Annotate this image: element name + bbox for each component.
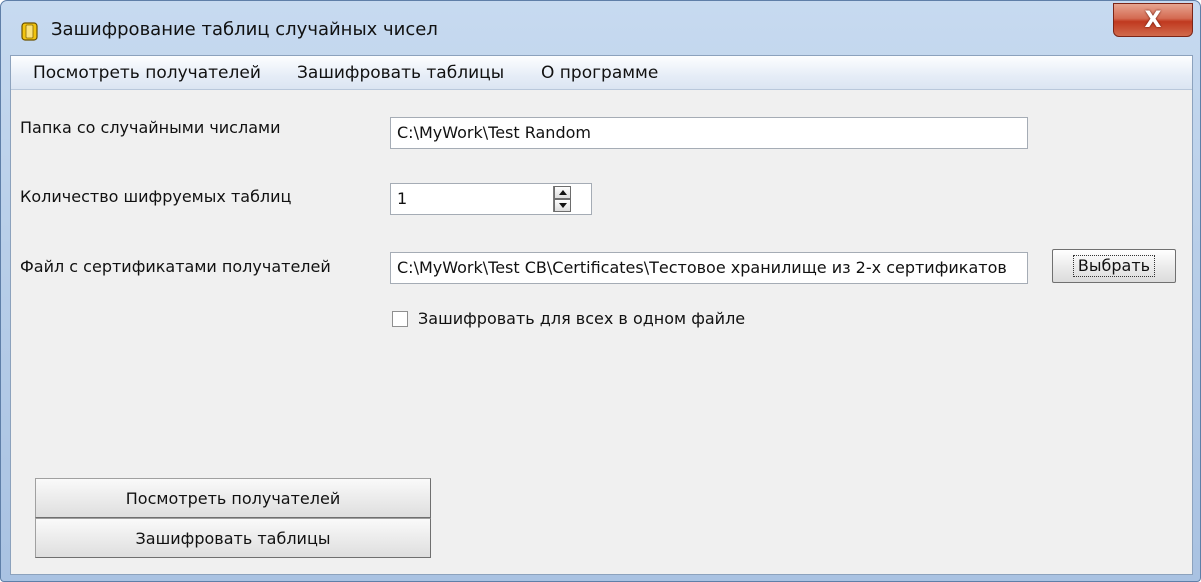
cert-file-label: Файл с сертификатами получателей <box>20 257 331 276</box>
client-area: Посмотреть получателей Зашифровать табли… <box>10 55 1193 575</box>
spin-down-button[interactable] <box>554 199 571 212</box>
menu-view-recipients[interactable]: Посмотреть получателей <box>33 62 261 84</box>
table-count-spinner <box>553 186 571 212</box>
encrypt-tables-button[interactable]: Зашифровать таблицы <box>35 518 431 558</box>
table-count-label: Количество шифруемых таблиц <box>20 187 292 206</box>
browse-button[interactable]: Выбрать <box>1052 249 1176 283</box>
window-title: Зашифрование таблиц случайных чисел <box>51 19 438 40</box>
cert-file-input[interactable]: C:\MyWork\Test CB\Certificates\Тестовое … <box>390 252 1028 284</box>
table-count-value: 1 <box>397 189 408 208</box>
title-bar[interactable]: Зашифрование таблиц случайных чисел X <box>1 1 1200 53</box>
view-recipients-button[interactable]: Посмотреть получателей <box>35 478 431 518</box>
application-window: Зашифрование таблиц случайных чисел X По… <box>0 0 1201 582</box>
table-count-stepper[interactable]: 1 <box>390 183 592 215</box>
arrow-down-icon <box>559 203 567 208</box>
spin-up-button[interactable] <box>554 186 571 199</box>
single-file-label[interactable]: Зашифровать для всех в одном файле <box>418 309 745 329</box>
menu-about[interactable]: О программе <box>541 62 658 84</box>
close-button[interactable]: X <box>1113 3 1193 37</box>
browse-button-label: Выбрать <box>1072 255 1156 277</box>
menu-encrypt-tables[interactable]: Зашифровать таблицы <box>297 62 504 84</box>
close-icon: X <box>1144 7 1162 33</box>
single-file-checkbox[interactable] <box>392 311 408 327</box>
random-folder-label: Папка со случайными числами <box>20 118 281 137</box>
app-icon <box>21 22 38 41</box>
random-folder-input[interactable]: C:\MyWork\Test Random <box>390 117 1028 149</box>
menu-bar: Посмотреть получателей Зашифровать табли… <box>11 56 1192 90</box>
arrow-up-icon <box>559 190 567 195</box>
